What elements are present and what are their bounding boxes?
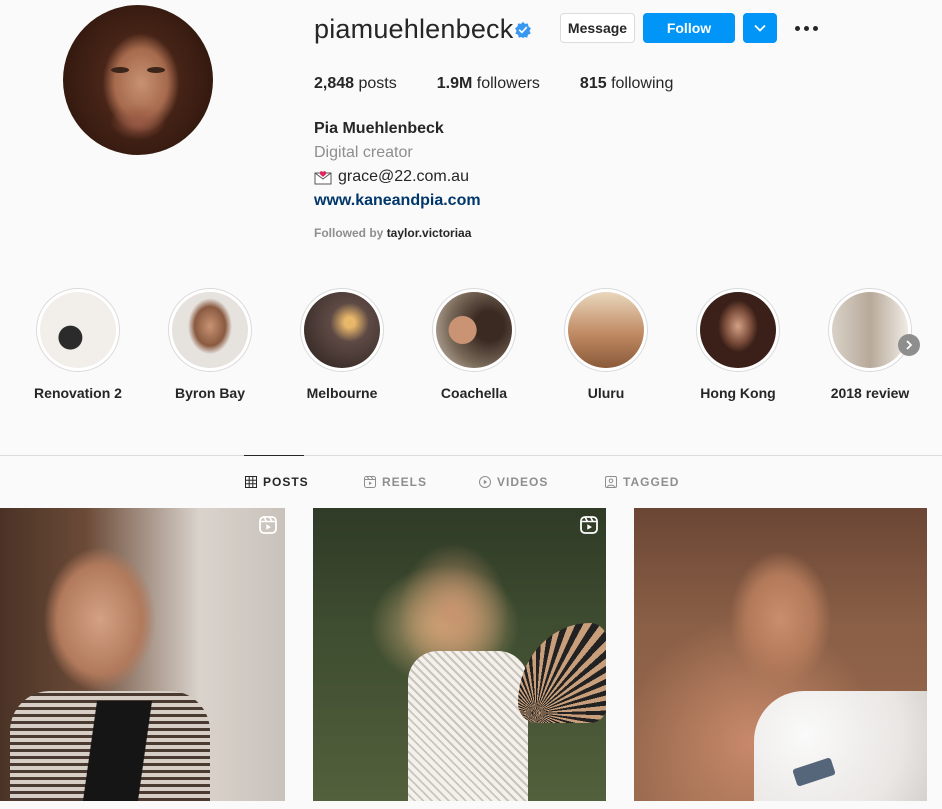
tab-posts[interactable]: POSTS <box>245 475 309 489</box>
following-stat[interactable]: 815 following <box>580 75 673 93</box>
highlight-thumbnail <box>304 292 380 368</box>
highlight-thumbnail <box>568 292 644 368</box>
reels-icon <box>364 476 376 488</box>
tab-tagged[interactable]: TAGGED <box>605 475 679 489</box>
highlight-ring <box>36 288 120 372</box>
highlight-label: Melbourne <box>306 385 378 401</box>
tabs-divider <box>0 455 942 456</box>
highlight-thumbnail <box>832 292 908 368</box>
reels-icon <box>580 516 598 534</box>
highlights-next-button[interactable] <box>898 334 920 356</box>
profile-stats: 2,848 posts 1.9M followers 815 following <box>314 75 673 93</box>
dot-icon <box>803 25 809 31</box>
username: piamuehlenbeck <box>314 14 514 44</box>
highlight-ring <box>564 288 648 372</box>
followers-stat[interactable]: 1.9M followers <box>437 75 540 93</box>
full-name: Pia Muehlenbeck <box>314 120 444 137</box>
highlight-label: Byron Bay <box>174 385 246 401</box>
category-label: Digital creator <box>314 144 413 161</box>
highlight-thumbnail <box>40 292 116 368</box>
posts-label: posts <box>358 75 397 92</box>
chevron-right-icon <box>906 340 913 350</box>
following-label: following <box>611 75 674 92</box>
followed-by[interactable]: Followed by taylor.victoriaa <box>314 226 471 240</box>
highlight-thumbnail <box>436 292 512 368</box>
highlight-item[interactable]: Renovation 2 <box>28 288 128 401</box>
highlight-label: Hong Kong <box>700 385 776 401</box>
highlight-ring <box>300 288 384 372</box>
verified-badge-icon <box>515 21 531 39</box>
website-link[interactable]: www.kaneandpia.com <box>314 192 481 210</box>
message-button[interactable]: Message <box>560 13 635 43</box>
highlight-ring <box>168 288 252 372</box>
highlight-item[interactable]: Hong Kong <box>688 288 788 401</box>
post-thumbnail[interactable] <box>0 508 285 801</box>
tag-icon <box>605 476 617 488</box>
tab-videos[interactable]: VIDEOS <box>479 475 548 489</box>
post-image-detail <box>408 651 528 801</box>
email-line: grace@22.com.au <box>314 168 469 186</box>
tab-label: VIDEOS <box>497 475 549 489</box>
highlight-thumbnail <box>700 292 776 368</box>
chevron-down-icon <box>754 24 766 32</box>
post-image-detail <box>518 623 606 723</box>
follow-button[interactable]: Follow <box>643 13 735 43</box>
love-letter-icon <box>314 171 332 185</box>
post-image-detail <box>754 691 927 801</box>
followed-by-prefix: Followed by <box>314 226 384 240</box>
tab-label: POSTS <box>263 475 309 489</box>
posts-count: 2,848 <box>314 75 355 92</box>
highlight-item[interactable]: Melbourne <box>292 288 392 401</box>
highlight-item[interactable]: Coachella <box>424 288 524 401</box>
highlight-label: Uluru <box>587 385 625 401</box>
highlight-thumbnail <box>172 292 248 368</box>
highlight-ring <box>432 288 516 372</box>
followed-by-user[interactable]: taylor.victoriaa <box>387 226 472 240</box>
highlight-item[interactable]: Uluru <box>556 288 656 401</box>
tab-label: REELS <box>382 475 428 489</box>
tab-reels[interactable]: REELS <box>364 475 427 489</box>
dot-icon <box>794 25 800 31</box>
post-thumbnail[interactable] <box>634 508 927 801</box>
avatar-eye-right <box>147 67 165 73</box>
posts-stat: 2,848 posts <box>314 75 397 93</box>
more-options-button[interactable] <box>793 18 819 38</box>
dot-icon <box>812 25 818 31</box>
highlight-item[interactable]: Byron Bay <box>160 288 260 401</box>
grid-icon <box>245 476 257 488</box>
followers-count: 1.9M <box>436 75 473 92</box>
active-tab-indicator <box>244 455 304 456</box>
profile-avatar[interactable] <box>63 5 213 155</box>
play-icon <box>479 476 491 488</box>
tab-label: TAGGED <box>623 475 680 489</box>
highlight-ring <box>828 288 912 372</box>
highlight-label: 2018 review <box>830 385 910 401</box>
post-thumbnail[interactable] <box>313 508 606 801</box>
highlight-ring <box>696 288 780 372</box>
highlight-label: Renovation 2 <box>34 385 122 401</box>
suggested-dropdown-button[interactable] <box>743 13 777 43</box>
avatar-eye-left <box>111 67 129 73</box>
reels-icon <box>259 516 277 534</box>
following-count: 815 <box>579 75 607 92</box>
email-text[interactable]: grace@22.com.au <box>338 168 469 186</box>
followers-label: followers <box>476 75 540 92</box>
highlight-label: Coachella <box>440 385 508 401</box>
